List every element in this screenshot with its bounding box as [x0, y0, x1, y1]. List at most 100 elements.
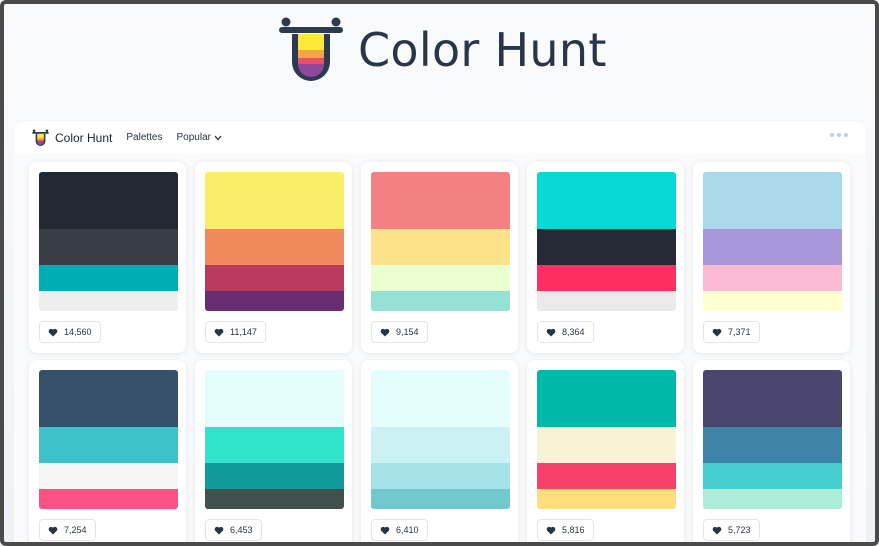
like-count: 11,147 — [230, 327, 257, 337]
chevron-down-icon — [214, 135, 222, 140]
color-swatch[interactable] — [39, 427, 178, 463]
color-swatch[interactable] — [537, 427, 676, 463]
color-swatch[interactable] — [371, 265, 510, 291]
color-swatch[interactable] — [703, 463, 842, 489]
color-swatch[interactable] — [205, 489, 344, 509]
color-palette[interactable] — [703, 172, 842, 311]
color-swatch[interactable] — [371, 489, 510, 509]
color-swatch[interactable] — [205, 291, 344, 311]
nav-dropdown-label: Popular — [176, 132, 211, 143]
color-swatch[interactable] — [39, 463, 178, 489]
palette-card[interactable]: 14,560 — [29, 162, 186, 353]
palette-card[interactable]: 5,723 — [693, 360, 850, 546]
heart-icon — [380, 526, 390, 534]
color-hunt-logo-icon[interactable] — [278, 16, 344, 84]
color-swatch[interactable] — [39, 172, 178, 229]
heart-icon — [48, 526, 58, 534]
color-swatch[interactable] — [39, 291, 178, 311]
color-swatch[interactable] — [205, 427, 344, 463]
top-navbar: Color Hunt Palettes Popular — [14, 121, 866, 154]
color-swatch[interactable] — [205, 172, 344, 229]
color-swatch[interactable] — [537, 229, 676, 265]
color-palette[interactable] — [537, 172, 676, 311]
color-swatch[interactable] — [371, 370, 510, 427]
color-swatch[interactable] — [537, 489, 676, 509]
like-count: 5,816 — [562, 525, 585, 535]
color-swatch[interactable] — [537, 291, 676, 311]
color-swatch[interactable] — [39, 489, 178, 509]
color-swatch[interactable] — [205, 370, 344, 427]
palette-card[interactable]: 7,254 — [29, 360, 186, 546]
color-swatch[interactable] — [537, 463, 676, 489]
color-swatch[interactable] — [703, 370, 842, 427]
palette-card[interactable]: 7,371 — [693, 162, 850, 353]
palette-grid: 14,560 11,147 9,154 8,364 7,371 7,254 6,453 6,4… — [14, 154, 866, 546]
palette-card[interactable]: 6,410 — [361, 360, 518, 546]
like-button[interactable]: 5,723 — [703, 519, 760, 541]
nav-brand[interactable]: Color Hunt — [55, 131, 112, 145]
color-hunt-logo-icon[interactable] — [32, 129, 49, 147]
like-count: 8,364 — [562, 327, 585, 337]
nav-link-palettes[interactable]: Palettes — [126, 132, 162, 143]
color-swatch[interactable] — [371, 172, 510, 229]
color-palette[interactable] — [39, 370, 178, 509]
color-swatch[interactable] — [39, 370, 178, 427]
palette-card[interactable]: 5,816 — [527, 360, 684, 546]
color-palette[interactable] — [371, 172, 510, 311]
like-button[interactable]: 7,254 — [39, 519, 96, 541]
palette-card[interactable]: 11,147 — [195, 162, 352, 353]
heart-icon — [48, 328, 58, 336]
nav-dropdown-popular[interactable]: Popular — [177, 132, 222, 143]
color-palette[interactable] — [703, 370, 842, 509]
like-count: 6,453 — [230, 525, 253, 535]
color-swatch[interactable] — [703, 291, 842, 311]
like-button[interactable]: 6,453 — [205, 519, 262, 541]
color-swatch[interactable] — [371, 291, 510, 311]
palette-card[interactable]: 8,364 — [527, 162, 684, 353]
color-swatch[interactable] — [537, 172, 676, 229]
color-swatch[interactable] — [205, 265, 344, 291]
heart-icon — [214, 328, 224, 336]
color-swatch[interactable] — [39, 265, 178, 291]
like-button[interactable]: 11,147 — [205, 321, 266, 343]
color-palette[interactable] — [205, 172, 344, 311]
color-swatch[interactable] — [205, 229, 344, 265]
color-swatch[interactable] — [371, 229, 510, 265]
color-swatch[interactable] — [537, 370, 676, 427]
like-count: 14,560 — [64, 327, 92, 337]
color-swatch[interactable] — [39, 229, 178, 265]
like-button[interactable]: 5,816 — [537, 519, 594, 541]
palette-card[interactable]: 6,453 — [195, 360, 352, 546]
color-swatch[interactable] — [703, 489, 842, 509]
like-count: 7,254 — [64, 525, 87, 535]
like-button[interactable]: 9,154 — [371, 321, 428, 343]
page-title: Color Hunt — [358, 23, 607, 77]
more-dots-icon[interactable] — [830, 133, 848, 137]
color-swatch[interactable] — [537, 265, 676, 291]
like-count: 7,371 — [728, 327, 751, 337]
heart-icon — [712, 526, 722, 534]
color-palette[interactable] — [537, 370, 676, 509]
color-swatch[interactable] — [371, 463, 510, 489]
heart-icon — [380, 328, 390, 336]
color-swatch[interactable] — [703, 172, 842, 229]
like-count: 6,410 — [396, 525, 419, 535]
like-button[interactable]: 8,364 — [537, 321, 594, 343]
color-swatch[interactable] — [371, 427, 510, 463]
heart-icon — [712, 328, 722, 336]
color-palette[interactable] — [205, 370, 344, 509]
heart-icon — [546, 526, 556, 534]
like-count: 5,723 — [728, 525, 751, 535]
heart-icon — [214, 526, 224, 534]
color-palette[interactable] — [371, 370, 510, 509]
heart-icon — [546, 328, 556, 336]
like-button[interactable]: 7,371 — [703, 321, 760, 343]
color-swatch[interactable] — [703, 427, 842, 463]
color-swatch[interactable] — [205, 463, 344, 489]
color-swatch[interactable] — [703, 229, 842, 265]
color-swatch[interactable] — [703, 265, 842, 291]
palette-card[interactable]: 9,154 — [361, 162, 518, 353]
color-palette[interactable] — [39, 172, 178, 311]
like-button[interactable]: 14,560 — [39, 321, 101, 343]
like-button[interactable]: 6,410 — [371, 519, 428, 541]
